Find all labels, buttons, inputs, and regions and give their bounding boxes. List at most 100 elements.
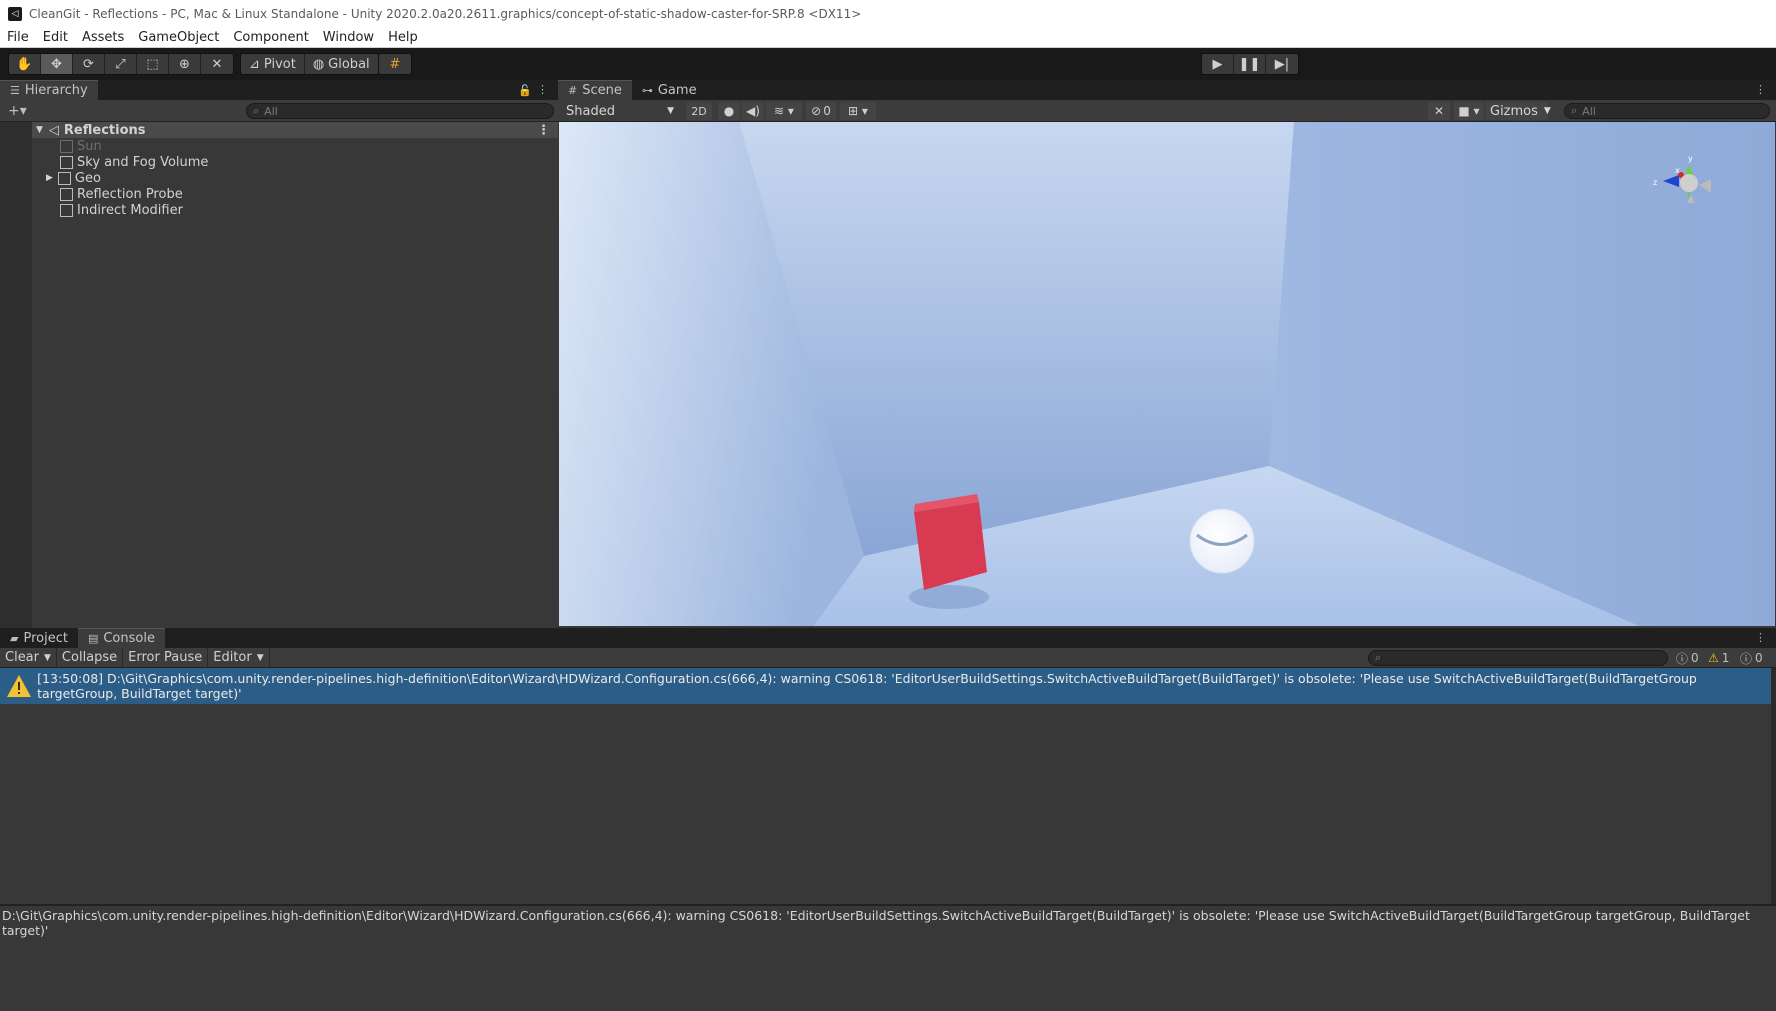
hidden-objects-toggle[interactable]: ⊘ 0 — [806, 102, 836, 120]
tab-hierarchy[interactable]: ☰ Hierarchy — [0, 80, 98, 100]
reflection-probe-sphere[interactable] — [1189, 508, 1255, 574]
console-splitter[interactable] — [0, 904, 1776, 906]
audio-toggle[interactable]: ◀) — [742, 102, 764, 120]
console-kebab-icon[interactable]: ⋮ — [1755, 631, 1766, 644]
console-search-input[interactable]: ⌕ — [1368, 650, 1668, 666]
scene-menu-icon[interactable]: ⋮ — [537, 123, 550, 138]
custom-tool-button[interactable]: ✕ — [201, 54, 233, 74]
scale-tool-button[interactable]: ⤢ — [105, 54, 137, 74]
layers-icon: ≋ ▾ — [774, 104, 794, 118]
grid-dropdown[interactable]: ⊞ ▾ — [840, 102, 876, 120]
expand-arrow-icon[interactable]: ▼ — [36, 125, 43, 135]
kebab-menu-icon[interactable]: ⋮ — [537, 83, 548, 96]
grid-snap-icon: # — [389, 56, 401, 72]
error-counter[interactable]: ⓘ 0 — [1740, 650, 1763, 666]
tree-item-reflection-probe[interactable]: Reflection Probe — [32, 186, 558, 202]
menu-component[interactable]: Component — [226, 30, 315, 45]
pause-button[interactable]: ❚❚ — [1234, 54, 1266, 74]
scene-panel: # Scene ⊶ Game ⋮ Shaded ▼ 2D ● ◀) ≋ ▾ ⊘ … — [558, 80, 1776, 628]
scene-tools-button[interactable]: ✕ — [1428, 102, 1450, 120]
clear-label: Clear — [5, 650, 39, 665]
shading-mode-dropdown[interactable]: Shaded ▼ — [562, 102, 678, 120]
tab-project[interactable]: ▰ Project — [0, 628, 78, 648]
collapsed-arrow-icon[interactable]: ▶ — [46, 173, 53, 183]
speaker-icon: ◀) — [746, 104, 760, 118]
error-pause-label: Error Pause — [128, 650, 203, 665]
tree-item-sun[interactable]: Sun — [32, 138, 558, 154]
menu-window[interactable]: Window — [316, 30, 381, 45]
console-panel: ▰ Project ▤ Console ⋮ Clear ▼ Collapse E… — [0, 628, 1776, 1011]
clear-button[interactable]: Clear ▼ — [0, 647, 57, 668]
scene-render: y x z — [559, 122, 1775, 626]
log-entry-text: [13:50:08] D:\Git\Graphics\com.unity.ren… — [37, 671, 1697, 701]
rect-tool-button[interactable]: ⬚ — [137, 54, 169, 74]
scene-tabbar: # Scene ⊶ Game ⋮ — [558, 80, 1776, 100]
gameobject-cube-icon — [60, 155, 73, 169]
log-entry-row[interactable]: [13:50:08] D:\Git\Graphics\com.unity.ren… — [0, 668, 1772, 704]
editor-dropdown[interactable]: Editor ▼ — [208, 647, 270, 668]
pivot-icon: ⊿ — [249, 56, 260, 72]
chevron-down-icon: ▼ — [1543, 106, 1551, 116]
pivot-button[interactable]: ⊿ Pivot — [241, 54, 305, 74]
grid-snap-button[interactable]: # — [379, 54, 411, 74]
tab-console[interactable]: ▤ Console — [77, 628, 165, 648]
tree-item-geo[interactable]: ▶ Geo — [32, 170, 558, 186]
search-icon: ⌕ — [1571, 104, 1578, 117]
tree-item-label: Sky and Fog Volume — [77, 154, 209, 170]
create-plus-icon[interactable]: +▾ — [8, 103, 27, 119]
menu-file[interactable]: File — [0, 30, 36, 45]
hierarchy-tabbar: ☰ Hierarchy 🔓 ⋮ — [0, 80, 558, 100]
transform-tools: ✋ ✥ ⟳ ⤢ ⬚ ⊕ ✕ — [8, 53, 234, 75]
hierarchy-tab-label: Hierarchy — [24, 83, 88, 98]
unity-logo-icon: ◁ — [8, 7, 22, 21]
game-tab-label: Game — [657, 82, 697, 98]
camera-dropdown[interactable]: ■ ▾ — [1454, 102, 1484, 120]
warning-counter[interactable]: ⚠ 1 — [1708, 650, 1729, 666]
gameobject-cube-icon — [57, 171, 71, 185]
menu-gameobject[interactable]: GameObject — [131, 30, 226, 45]
menu-assets[interactable]: Assets — [75, 30, 131, 45]
hierarchy-tree: ▼ ◁ Reflections ⋮ Sun Sky and Fog Volume… — [0, 122, 558, 628]
tools-icon: ✕ — [1433, 104, 1445, 118]
global-button[interactable]: ◍ Global — [305, 54, 378, 74]
tree-item-indirect-modifier[interactable]: Indirect Modifier — [32, 202, 558, 218]
scene-search-input[interactable]: ⌕ All — [1564, 103, 1770, 119]
scene-kebab-icon[interactable]: ⋮ — [1755, 83, 1766, 96]
step-button[interactable]: ▶| — [1266, 54, 1298, 74]
info-counter[interactable]: ⓘ 0 — [1676, 650, 1699, 666]
move-icon: ✥ — [51, 56, 62, 72]
tree-root-reflections[interactable]: ▼ ◁ Reflections ⋮ — [32, 122, 558, 138]
effects-dropdown[interactable]: ≋ ▾ — [766, 102, 802, 120]
globe-icon: ◍ — [312, 56, 325, 72]
play-controls: ▶ ❚❚ ▶| — [1201, 53, 1299, 75]
transform-tool-button[interactable]: ⊕ — [169, 54, 201, 74]
console-tab-label: Console — [103, 631, 155, 646]
camera-icon: ■ ▾ — [1458, 104, 1480, 118]
lock-icon[interactable]: 🔓 — [518, 84, 532, 97]
play-button[interactable]: ▶ — [1202, 54, 1234, 74]
hand-tool-button[interactable]: ✋ — [9, 54, 41, 74]
chevron-down-icon: ▼ — [256, 652, 264, 663]
hierarchy-search-input[interactable]: ⌕ All — [246, 103, 554, 119]
chevron-down-icon[interactable]: ▼ — [44, 653, 51, 663]
editor-label: Editor — [213, 650, 252, 665]
menu-help[interactable]: Help — [381, 30, 425, 45]
lighting-toggle[interactable]: ● — [718, 102, 740, 120]
scene-viewport[interactable]: y x z — [559, 122, 1775, 626]
collapse-toggle[interactable]: Collapse — [57, 647, 124, 668]
tree-item-sky-fog-volume[interactable]: Sky and Fog Volume — [32, 154, 558, 170]
error-pause-toggle[interactable]: Error Pause — [123, 647, 209, 668]
eye-slash-icon: ⊘ — [811, 104, 822, 118]
tab-game[interactable]: ⊶ Game — [632, 80, 707, 100]
tab-scene[interactable]: # Scene — [558, 80, 632, 100]
transform-icon: ⊕ — [179, 56, 190, 72]
log-scrollbar[interactable] — [1771, 668, 1776, 904]
move-tool-button[interactable]: ✥ — [41, 54, 73, 74]
scene-search-placeholder: All — [1582, 104, 1596, 118]
console-tabbar: ▰ Project ▤ Console ⋮ — [0, 628, 1776, 648]
toggle-2d-button[interactable]: 2D — [686, 102, 712, 120]
gizmos-dropdown[interactable]: Gizmos ▼ — [1486, 102, 1551, 120]
tree-item-label: Reflection Probe — [77, 186, 183, 202]
menu-edit[interactable]: Edit — [36, 30, 75, 45]
rotate-tool-button[interactable]: ⟳ — [73, 54, 105, 74]
